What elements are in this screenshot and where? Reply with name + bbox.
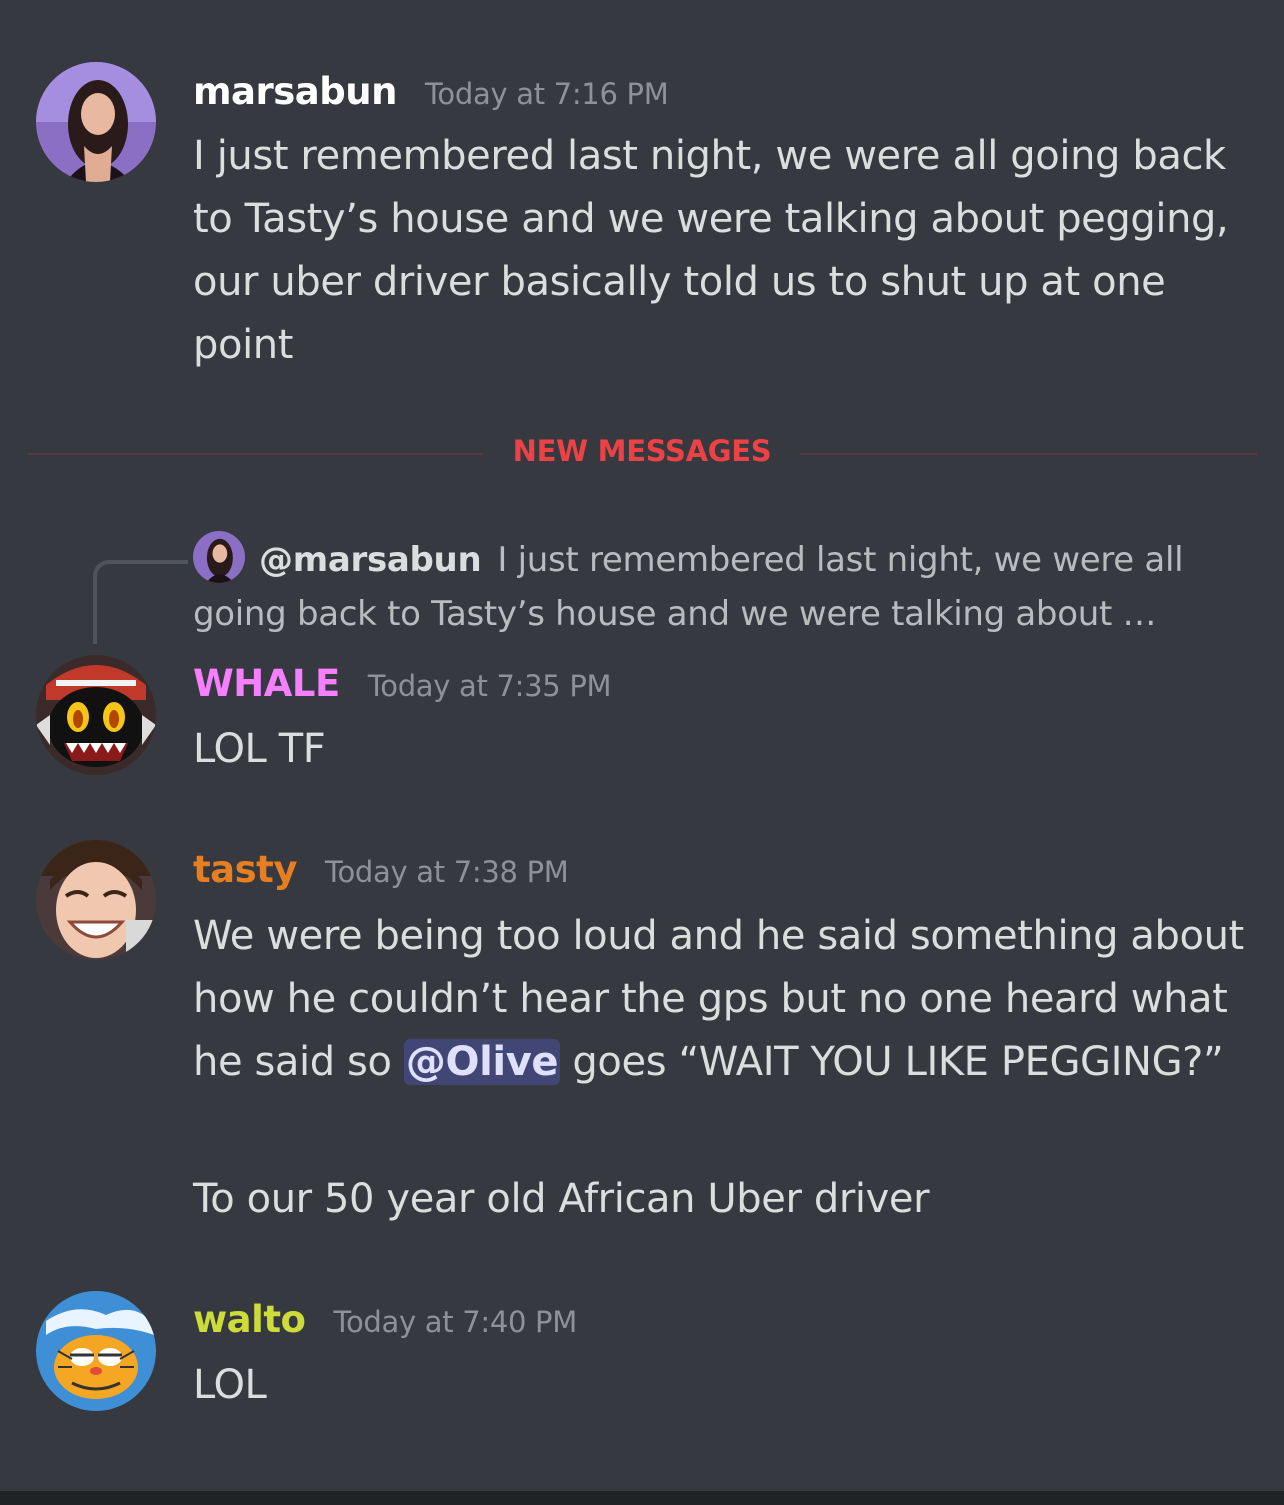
avatar-tasty[interactable] bbox=[36, 840, 156, 960]
timestamp: Today at 7:40 PM bbox=[333, 1305, 577, 1339]
avatar-whale[interactable] bbox=[36, 655, 156, 775]
message-text-followup: To our 50 year old African Uber driver bbox=[193, 1176, 930, 1222]
message-text: I just remembered last night, we were al… bbox=[193, 133, 1229, 368]
tasty-avatar-image bbox=[36, 840, 156, 960]
bottom-bar bbox=[0, 1491, 1284, 1505]
new-messages-label: NEW MESSAGES bbox=[512, 434, 772, 468]
message-header-marsabun: marsabun Today at 7:16 PM bbox=[193, 70, 669, 113]
timestamp: Today at 7:38 PM bbox=[324, 855, 569, 889]
message-text: LOL TF bbox=[193, 726, 326, 772]
message-text-part: goes “WAIT YOU LIKE PEGGING?” bbox=[560, 1039, 1224, 1085]
avatar-walto[interactable] bbox=[36, 1291, 156, 1411]
message-header-walto: walto Today at 7:40 PM bbox=[193, 1298, 577, 1341]
message-text: We were being too loud and he said somet… bbox=[193, 905, 1253, 1094]
avatar-marsabun[interactable] bbox=[36, 62, 156, 182]
message-text: LOL bbox=[193, 1362, 267, 1408]
whale-avatar-image bbox=[36, 655, 156, 775]
reply-spine bbox=[93, 560, 188, 644]
marsabun-avatar-image bbox=[36, 62, 156, 182]
walto-avatar-image bbox=[36, 1291, 156, 1411]
user-mention[interactable]: @Olive bbox=[403, 1039, 561, 1085]
username-walto[interactable]: walto bbox=[193, 1298, 306, 1341]
message-header-whale: WHALE Today at 7:35 PM bbox=[193, 662, 612, 705]
timestamp: Today at 7:16 PM bbox=[424, 77, 669, 111]
username-marsabun[interactable]: marsabun bbox=[193, 70, 397, 113]
reply-author[interactable]: @marsabun bbox=[259, 540, 482, 580]
timestamp: Today at 7:35 PM bbox=[367, 669, 612, 703]
username-whale[interactable]: WHALE bbox=[193, 662, 340, 705]
message-header-tasty: tasty Today at 7:38 PM bbox=[193, 848, 569, 891]
username-tasty[interactable]: tasty bbox=[193, 848, 297, 891]
reply-preview[interactable]: @marsabun I just remembered last night, w… bbox=[193, 533, 1203, 641]
